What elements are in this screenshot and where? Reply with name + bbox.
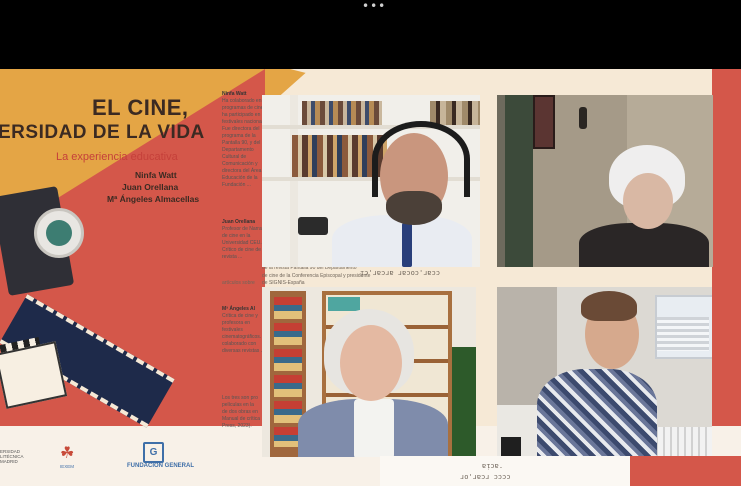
lens-center xyxy=(46,220,72,246)
fundacion-logo-name: FUNDACIÓN GENERAL xyxy=(127,463,194,469)
participant-hair xyxy=(581,291,637,321)
participant-sweater xyxy=(579,223,709,267)
more-options-icon[interactable]: ••• xyxy=(362,0,386,12)
maple-leaf-icon: ☘ xyxy=(60,445,75,462)
participant-video-tile[interactable] xyxy=(262,95,480,267)
wall-fixture xyxy=(579,107,587,129)
slide-subtitle: La experiencia educativa xyxy=(56,151,178,163)
book-row xyxy=(302,101,382,125)
mirrored-caption: ɹo'ɹɐɔɹ ɔɔɔɔ xyxy=(460,473,511,481)
laptop-edge xyxy=(501,437,521,457)
author-name: Juan Orellana xyxy=(122,182,179,192)
doc-line-conf: de cine de la Conferencia Episcopal y pr… xyxy=(262,273,371,279)
participant-plaid-shirt xyxy=(537,369,657,457)
university-logo-line3: MADRID xyxy=(0,459,18,464)
participant-video-tile[interactable] xyxy=(262,287,476,457)
slide-lower-panel xyxy=(380,456,630,486)
shared-screen: EL CINE, ERSIDAD DE LA VIDA La experienc… xyxy=(0,69,741,486)
author-name: Ninfa Watt xyxy=(135,170,177,180)
desk-phone-icon xyxy=(298,217,328,235)
participant-video-tile[interactable] xyxy=(497,287,712,457)
slide-title-line1: EL CINE, xyxy=(92,95,189,120)
meeting-top-bar: ••• xyxy=(0,0,741,69)
mirrored-caption: ɐᴉɔɐ. xyxy=(482,462,504,470)
shelf-post xyxy=(290,95,298,267)
mirrored-caption: ᴉɔ'ɹɐɔɹɐ ɹɐɔoɔ'ɹɐɔɔ xyxy=(360,269,441,277)
slide-bottom-red xyxy=(630,456,741,486)
participant-video-tile[interactable] xyxy=(497,95,713,267)
center-logo-label: IEXEM xyxy=(60,464,75,469)
plant-leaves xyxy=(452,347,476,457)
doc-line-articles: artículos sobre xyxy=(222,280,255,286)
participant-tie xyxy=(402,223,412,267)
author-name: Mª Ángeles Almacellas xyxy=(107,194,200,204)
air-conditioner xyxy=(657,317,709,351)
doc-line-signis: de SIGNIS-España xyxy=(262,280,305,286)
book-row xyxy=(430,101,480,125)
participant-face xyxy=(623,173,673,229)
plant-leaves xyxy=(505,95,533,267)
wall-picture xyxy=(533,95,555,149)
fundacion-logo-icon: G xyxy=(143,442,164,463)
teal-box xyxy=(328,297,360,311)
slide-title-line2: ERSIDAD DE LA VIDA xyxy=(0,122,205,143)
participant-face xyxy=(340,325,402,401)
slide-right-red-band xyxy=(712,69,741,486)
headset-icon xyxy=(372,121,470,197)
participant-shirt xyxy=(354,399,394,457)
